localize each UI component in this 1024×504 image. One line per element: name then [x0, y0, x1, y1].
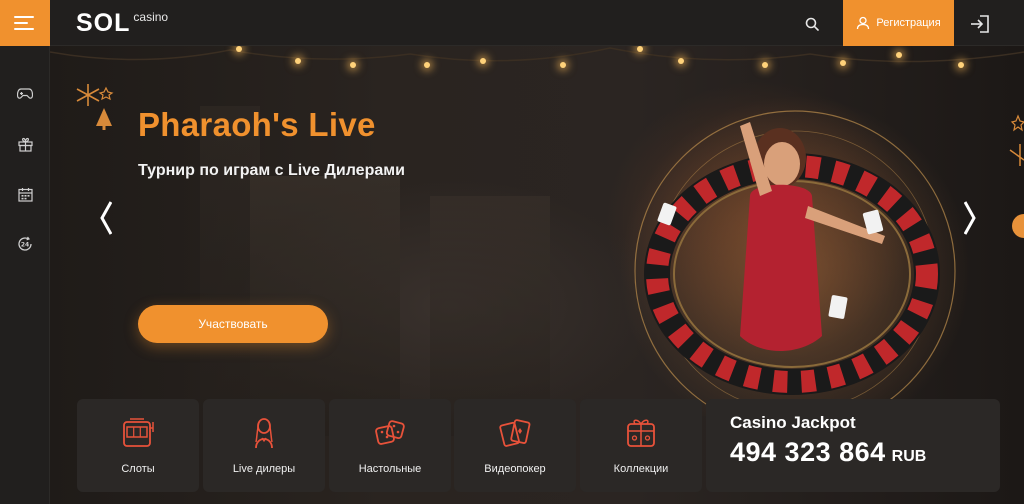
banner-prev-button[interactable] [96, 198, 116, 238]
register-button[interactable]: Регистрация [843, 0, 954, 46]
category-card-videopoker[interactable]: Видеопокер [454, 399, 576, 492]
top-bar: SOL casino Регистрация [0, 0, 1024, 46]
logo-text: SOL [76, 9, 130, 37]
search-button[interactable] [800, 12, 824, 36]
category-label: Настольные [358, 463, 422, 475]
svg-text:24: 24 [21, 242, 29, 249]
jackpot-currency: RUB [891, 448, 927, 465]
light-bulb [424, 62, 430, 68]
light-bulb [480, 58, 486, 64]
collections-icon [627, 419, 655, 447]
cards-icon [499, 419, 531, 447]
category-card-slots[interactable]: Слоты [77, 399, 199, 492]
star-ornament-icon [1009, 114, 1024, 238]
menu-button[interactable] [0, 0, 50, 46]
gift-icon [17, 137, 33, 152]
jackpot-panel: Casino Jackpot 494 323 864 RUB [706, 399, 1000, 492]
category-label: Коллекции [613, 463, 669, 475]
chevron-left-icon [100, 201, 112, 235]
chevron-right-icon [964, 201, 976, 235]
light-bulb [840, 60, 846, 66]
calendar-icon [17, 187, 33, 202]
light-bulb [637, 46, 643, 52]
sidebar-item-bonuses[interactable] [13, 132, 37, 156]
light-bulb [896, 52, 902, 58]
register-label: Регистрация [876, 17, 941, 29]
logo[interactable]: SOL casino [76, 9, 168, 37]
sidebar-item-games[interactable] [13, 82, 37, 106]
logo-sol: SOL [76, 9, 131, 37]
light-bulb [678, 58, 684, 64]
light-bulb [350, 62, 356, 68]
slot-machine-icon [123, 418, 154, 447]
login-icon [971, 15, 989, 33]
login-button[interactable] [962, 10, 998, 38]
light-bulb [958, 62, 964, 68]
category-label: Live дилеры [232, 463, 296, 475]
participate-button[interactable]: Участвовать [138, 305, 328, 343]
hamburger-menu-icon [14, 16, 34, 30]
live-dealer-icon [255, 418, 273, 449]
user-icon [857, 16, 870, 30]
light-bulb [762, 62, 768, 68]
light-bulb [236, 46, 242, 52]
banner-title: Pharaoh's Live [138, 106, 376, 143]
sidebar: 24 [0, 46, 50, 504]
jackpot-value: 494 323 864 RUB [730, 437, 1000, 468]
snowflake-icon [76, 84, 114, 130]
jackpot-amount: 494 323 864 [730, 437, 886, 467]
sidebar-item-support[interactable]: 24 [13, 232, 37, 256]
logo-casino: casino [133, 10, 169, 24]
background-pillar [200, 106, 260, 426]
search-icon [805, 17, 819, 31]
category-label: Слоты [121, 463, 155, 475]
banner-next-button[interactable] [960, 198, 980, 238]
jackpot-title: Casino Jackpot [730, 413, 856, 432]
sidebar-item-tournaments[interactable] [13, 182, 37, 206]
garland-lights [50, 47, 1024, 63]
category-label: Видеопокер [484, 463, 546, 475]
category-card-collections[interactable]: Коллекции [580, 399, 702, 492]
light-bulb [560, 62, 566, 68]
dice-icon [375, 420, 405, 445]
banner-subtitle: Турнир по играм с Live Дилерами [138, 162, 405, 179]
promo-banner: Pharaoh's Live Турнир по играм с Live Ди… [50, 46, 1024, 504]
gamepad-icon [17, 88, 33, 99]
category-card-live-dealers[interactable]: Live дилеры [203, 399, 325, 492]
category-card-table-games[interactable]: Настольные [329, 399, 451, 492]
hero-illustration [620, 96, 970, 416]
light-bulb [295, 58, 301, 64]
support-24-icon: 24 [18, 236, 32, 251]
